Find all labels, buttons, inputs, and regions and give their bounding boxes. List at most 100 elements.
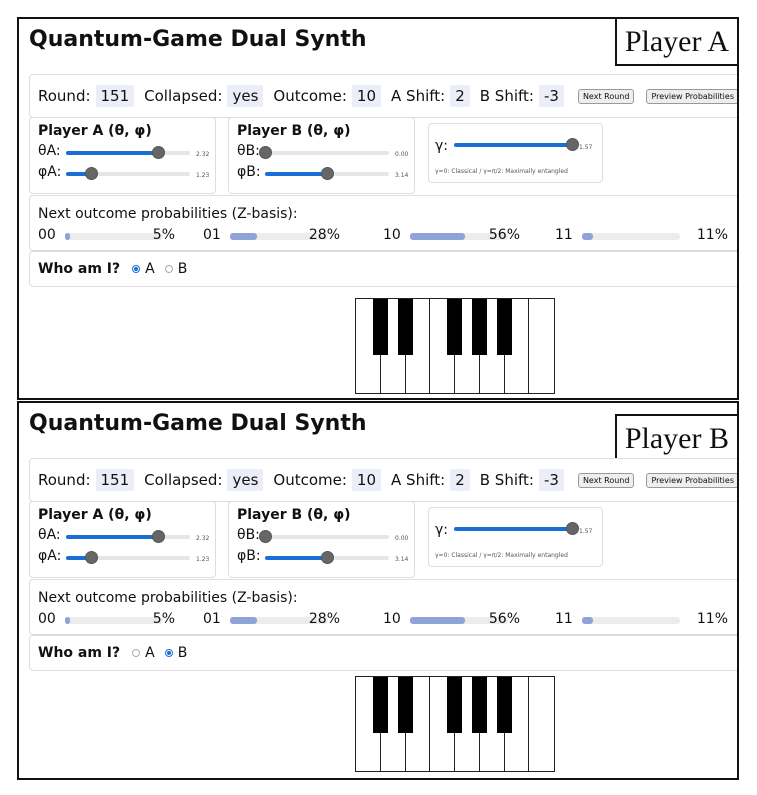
piano-keyboard [355,298,555,394]
black-key[interactable] [497,677,512,733]
radio-a[interactable] [132,649,141,657]
player-a-title: Player A (θ, φ) [38,507,152,523]
outcome-name: 00 [38,227,56,243]
slider-knob[interactable] [84,551,98,564]
slider-fill [454,143,572,147]
gamma-slider[interactable] [454,522,579,535]
outcome-name: 00 [38,611,56,627]
probability-percent: 28% [308,227,340,243]
slider-knob[interactable] [259,530,272,543]
theta-b-slider[interactable] [259,530,389,543]
next-round-button[interactable]: Next Round [577,472,635,488]
slider-knob[interactable] [321,551,334,564]
black-key[interactable] [398,677,413,733]
white-key[interactable] [529,299,554,393]
slider-fill [66,151,158,155]
next-round-button[interactable]: Next Round [577,88,635,104]
preview-probabilities-button[interactable]: Preview Probabilities [646,472,737,488]
outcome-name: 01 [203,227,221,243]
probability-percent: 5% [152,227,175,243]
probabilities-row: 00 5% 01 28% 10 56% 11 11% [38,611,728,629]
radio-b[interactable] [164,265,173,273]
slider-knob[interactable] [84,167,98,180]
probability-percent: 11% [696,227,728,243]
who-am-i-label: Who am I? [38,645,121,661]
phi-a-slider[interactable] [66,551,190,564]
black-key[interactable] [373,677,388,733]
phi-a-value: 1.23 [196,172,210,179]
slider-fill [265,556,327,560]
player-b-window: Quantum-Game Dual Synth Player B Round: … [17,401,739,780]
theta-a-slider[interactable] [66,530,190,543]
phi-a-slider[interactable] [66,167,190,180]
outcome-name: 01 [203,611,221,627]
theta-a-value: 2.32 [196,151,210,158]
probabilities-card: Next outcome probabilities (Z-basis): 00… [29,579,737,635]
probability-fill [230,617,257,624]
b-shift-label: B Shift: [479,471,534,489]
phi-b-label: φB: [237,548,261,564]
probability-fill [65,233,70,240]
outcome-name: 10 [383,611,401,627]
probability-bar [582,233,680,240]
radio-a-label[interactable]: A [145,261,155,277]
radio-b-label[interactable]: B [178,645,188,661]
theta-a-slider[interactable] [66,146,190,159]
radio-a-label[interactable]: A [145,645,155,661]
black-key[interactable] [472,299,487,355]
gamma-slider[interactable] [454,138,579,151]
black-key[interactable] [373,299,388,355]
phi-b-value: 3.14 [395,172,409,179]
slider-fill [66,535,158,539]
round-value: 151 [95,469,135,491]
theta-b-slider[interactable] [259,146,389,159]
probability-fill [582,617,593,624]
status-bar: Round: 151 Collapsed: yes Outcome: 10 A … [29,74,737,118]
collapsed-value: yes [227,469,264,491]
app-title: Quantum-Game Dual Synth [29,411,367,436]
theta-a-label: θA: [38,527,61,543]
slider-knob[interactable] [566,138,579,151]
probability-percent: 5% [152,611,175,627]
round-label: Round: [38,87,91,105]
radio-a[interactable] [132,265,141,273]
player-a-title: Player A (θ, φ) [38,123,152,139]
player-tag: Player A [614,19,737,66]
theta-b-label: θB: [237,527,260,543]
slider-knob[interactable] [259,146,272,159]
slider-knob[interactable] [321,167,334,180]
black-key[interactable] [447,677,462,733]
white-key[interactable] [529,677,554,771]
probability-percent: 56% [488,227,520,243]
player-b-card: Player B (θ, φ) θB: 0.00 φB: 3.14 [228,501,415,578]
slider-knob[interactable] [151,146,165,159]
phi-b-label: φB: [237,164,261,180]
preview-probabilities-button[interactable]: Preview Probabilities [646,88,737,104]
probabilities-row: 00 5% 01 28% 10 56% 11 11% [38,227,728,245]
theta-b-value: 0.00 [395,535,409,542]
phi-b-slider[interactable] [265,167,389,180]
black-key[interactable] [497,299,512,355]
theta-b-label: θB: [237,143,260,159]
slider-knob[interactable] [566,522,579,535]
piano-keyboard [355,676,555,772]
gamma-label: γ: [435,138,449,154]
who-am-i-label: Who am I? [38,261,121,277]
black-key[interactable] [447,299,462,355]
radio-b[interactable] [164,649,173,657]
black-key[interactable] [472,677,487,733]
a-shift-label: A Shift: [391,471,446,489]
slider-knob[interactable] [151,530,165,543]
outcome-label: Outcome: [273,471,347,489]
probability-percent: 56% [488,611,520,627]
black-key[interactable] [398,299,413,355]
phi-a-label: φA: [38,164,62,180]
probability-fill [410,233,465,240]
probabilities-title: Next outcome probabilities (Z-basis): [38,590,298,606]
outcome-value: 10 [351,469,382,491]
radio-b-label[interactable]: B [178,261,188,277]
phi-b-slider[interactable] [265,551,389,564]
outcome-name: 10 [383,227,401,243]
a-shift-value: 2 [450,85,470,107]
probability-percent: 11% [696,611,728,627]
